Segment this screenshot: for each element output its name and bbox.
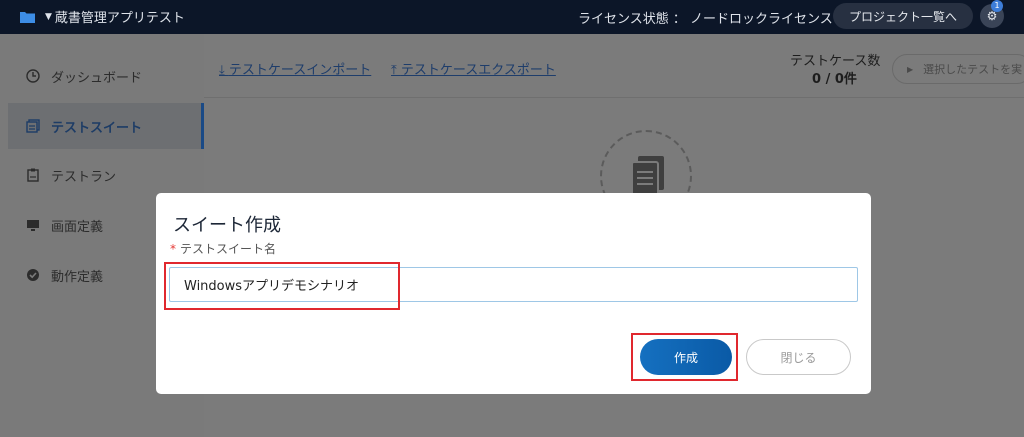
license-status: ライセンス状態 ： ノードロックライセンス	[578, 12, 833, 27]
import-link-label: テストケースインポート	[228, 63, 372, 78]
close-button[interactable]: 閉じる	[746, 339, 851, 375]
export-link[interactable]: ⤒ テストケースエクスポート	[391, 59, 556, 78]
sidebar-item-dashboard[interactable]: ダッシュボード	[8, 53, 204, 99]
dialog-title: スイート作成	[173, 215, 281, 236]
top-bar: ▼ 蔵書管理アプリテスト ライセンス状態 ： ノードロックライセンス プロジェク…	[0, 0, 1024, 34]
run-selected-button[interactable]: ▶ 選択したテストを実	[892, 54, 1024, 84]
sidebar-item-test-suite[interactable]: テストスイート	[8, 103, 204, 149]
sidebar-item-label: 動作定義	[51, 269, 104, 285]
download-icon: ⤓	[219, 63, 229, 78]
toolbar: ⤓ テストケースインポート ⤒ テストケースエクスポート テストケース数 0 /…	[204, 34, 1024, 98]
upload-icon: ⤒	[391, 63, 401, 78]
create-highlight-box	[631, 333, 738, 381]
run-selected-label: 選択したテストを実	[923, 63, 1023, 76]
project-name: 蔵書管理アプリテスト	[54, 11, 185, 26]
suite-name-label: * テストスイート名	[170, 240, 276, 257]
sidebar-item-test-run[interactable]: テストラン	[8, 152, 204, 198]
test-run-icon	[26, 168, 40, 182]
input-highlight-box	[164, 262, 400, 310]
screen-icon	[26, 218, 40, 232]
caret-down-icon: ▼	[45, 11, 52, 22]
dashboard-icon	[26, 69, 40, 83]
test-case-count-label: テストケース数	[790, 54, 881, 69]
folder-icon	[20, 11, 35, 23]
test-suite-icon	[26, 119, 40, 133]
create-suite-dialog: スイート作成 *テストスイート名 作成 閉じる	[156, 193, 871, 394]
export-link-label: テストケースエクスポート	[400, 63, 556, 78]
action-icon	[26, 268, 40, 282]
sidebar-item-label: 画面定義	[51, 219, 104, 235]
sidebar-item-label: テストスイート	[51, 120, 143, 136]
import-link[interactable]: ⤓ テストケースインポート	[219, 59, 371, 78]
required-mark: *	[170, 242, 176, 256]
test-case-count-value: 0 / 0件	[812, 72, 857, 87]
project-list-button[interactable]: プロジェクト一覧へ	[833, 3, 973, 29]
notification-badge: 1	[991, 0, 1003, 12]
play-icon: ▶	[907, 64, 914, 74]
sidebar-item-label: ダッシュボード	[51, 70, 143, 86]
suite-name-label-text: テストスイート名	[180, 242, 277, 256]
project-selector[interactable]: ▼ 蔵書管理アプリテスト	[20, 7, 185, 26]
sidebar-item-label: テストラン	[51, 169, 117, 185]
